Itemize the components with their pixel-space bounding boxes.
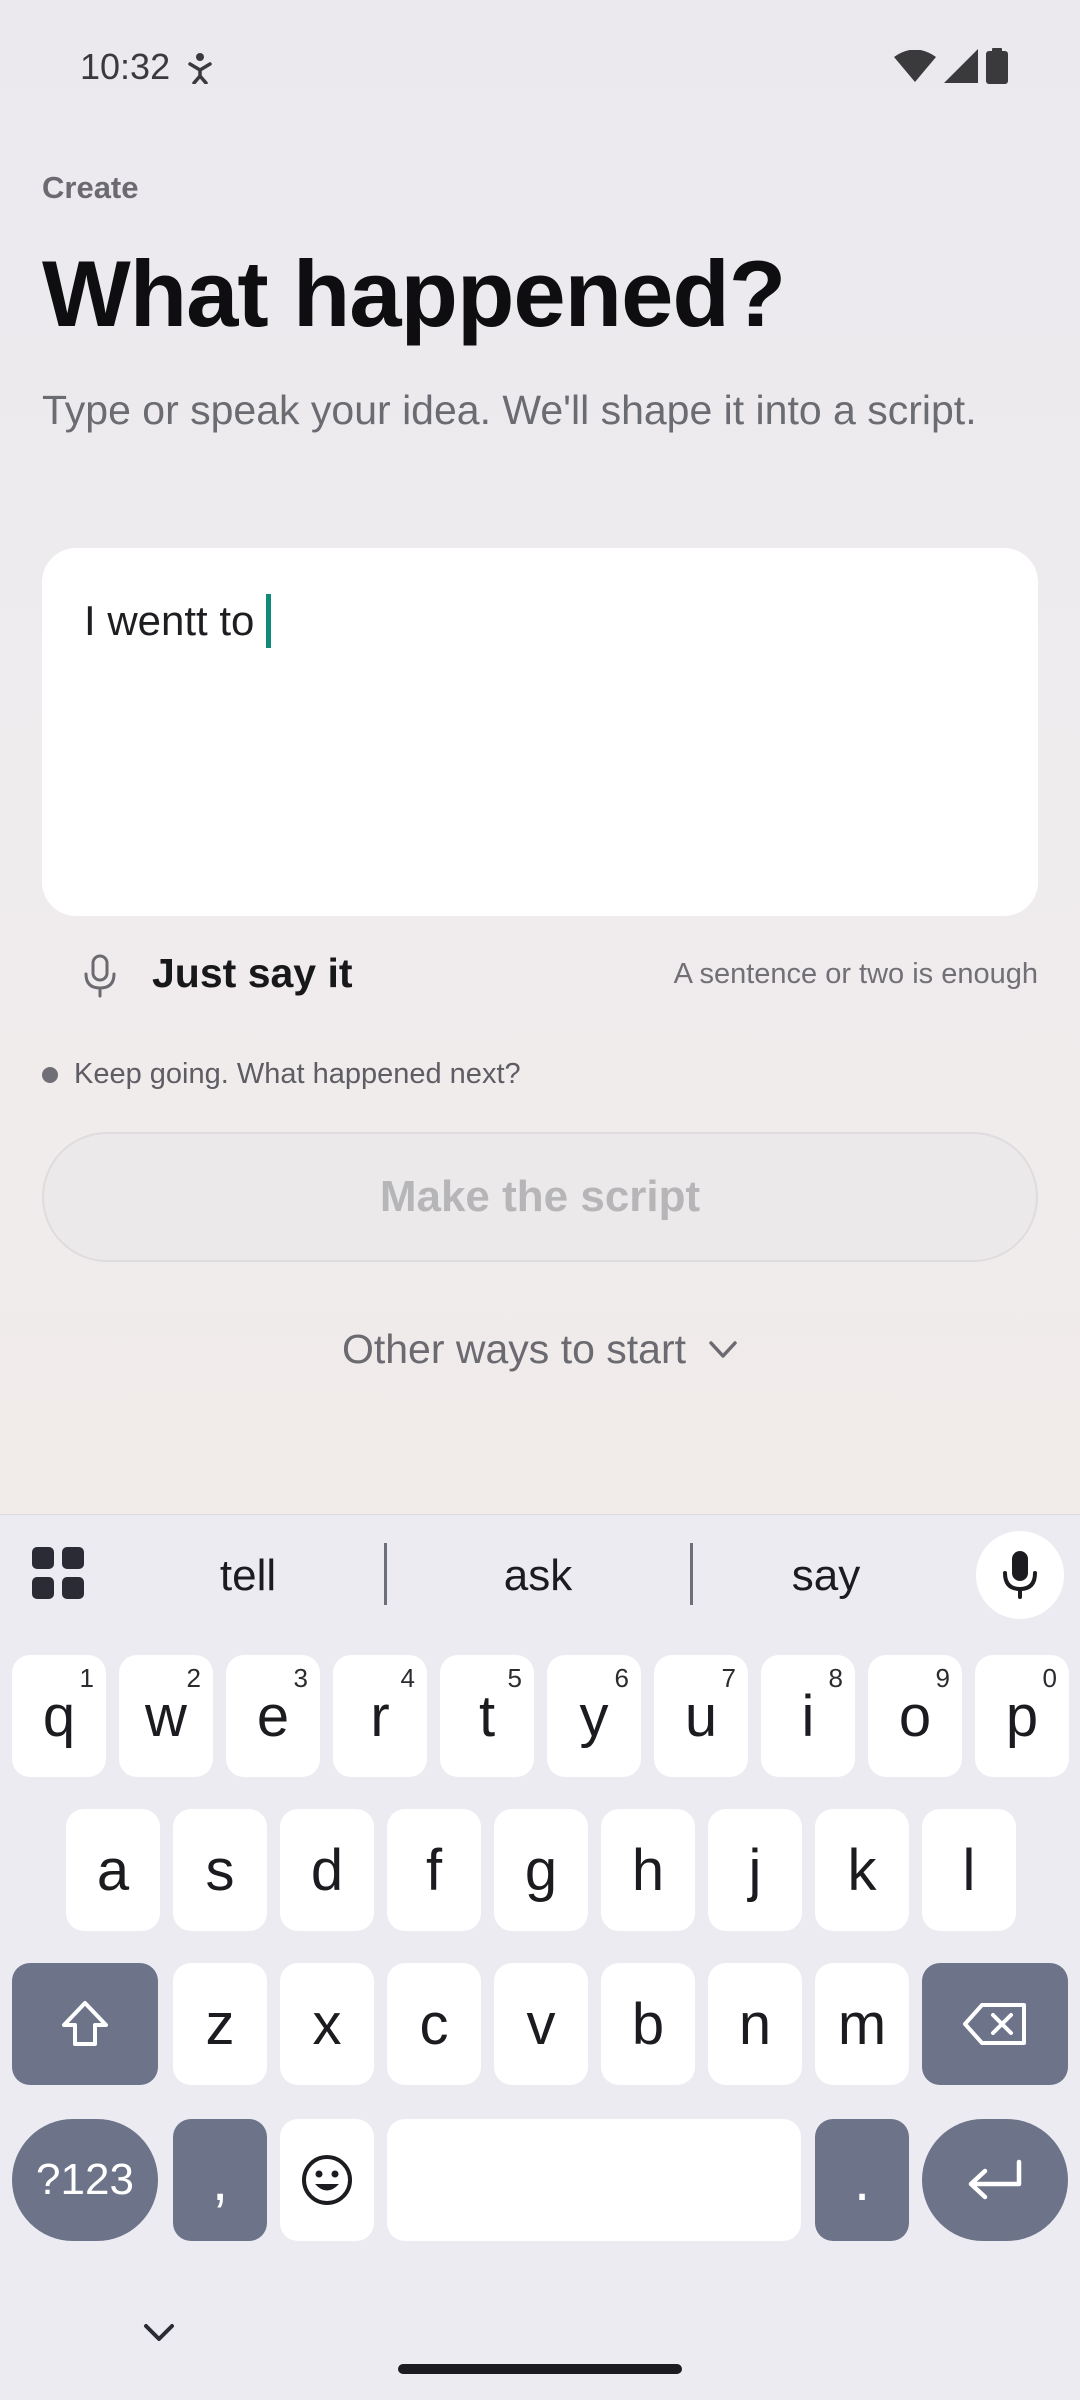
shift-icon [62, 2001, 108, 2046]
make-script-button[interactable]: Make the script [42, 1132, 1038, 1262]
key-letter: r [370, 1683, 390, 1749]
key-j[interactable]: j [708, 1809, 802, 1931]
key-r[interactable]: r4 [333, 1655, 427, 1777]
key-number-hint: 1 [79, 1663, 94, 1693]
page-title: What happened? [42, 241, 786, 346]
comma-key[interactable]: , [173, 2119, 267, 2241]
key-letter: q [42, 1683, 76, 1749]
backspace-key[interactable] [922, 1963, 1068, 2085]
key-g[interactable]: g [494, 1809, 588, 1931]
key-l[interactable]: l [922, 1809, 1016, 1931]
enter-icon [968, 2159, 1022, 2200]
voice-input-row[interactable]: Just say it A sentence or two is enough [42, 946, 1038, 1010]
progress-hint-text: Keep going. What happened next? [74, 1058, 521, 1090]
keyboard-apps-icon[interactable] [32, 1547, 84, 1599]
voice-input-hint: A sentence or two is enough [673, 958, 1038, 990]
key-number-hint: 9 [935, 1663, 950, 1693]
key-y[interactable]: y6 [547, 1655, 641, 1777]
keyboard-voice-button[interactable] [976, 1531, 1064, 1619]
other-ways-label[interactable]: Other ways to start [342, 1326, 686, 1373]
key-p[interactable]: p0 [975, 1655, 1069, 1777]
key-number-hint: 8 [828, 1663, 843, 1693]
key-d[interactable]: d [280, 1809, 374, 1931]
hide-keyboard-icon[interactable] [142, 2322, 176, 2344]
shift-key[interactable] [12, 1963, 158, 2085]
space-key[interactable] [387, 2119, 801, 2241]
wifi-icon [894, 50, 936, 82]
key-letter: y [579, 1683, 609, 1749]
key-b[interactable]: b [601, 1963, 695, 2085]
accessibility-icon [188, 53, 212, 84]
key-letter: u [684, 1683, 718, 1749]
key-t[interactable]: t5 [440, 1655, 534, 1777]
key-m[interactable]: m [815, 1963, 909, 2085]
status-bar: 10:32 [0, 0, 1080, 136]
key-number-hint: 4 [400, 1663, 415, 1693]
key-s[interactable]: s [173, 1809, 267, 1931]
key-o[interactable]: o9 [868, 1655, 962, 1777]
key-z[interactable]: z [173, 1963, 267, 2085]
microphone-icon[interactable] [1002, 1551, 1038, 1599]
suggestion-1[interactable]: tell [98, 1551, 398, 1601]
key-e[interactable]: e3 [226, 1655, 320, 1777]
key-n[interactable]: n [708, 1963, 802, 2085]
suggestion-divider [384, 1543, 387, 1605]
key-x[interactable]: x [280, 1963, 374, 2085]
progress-hint: Keep going. What happened next? [42, 1058, 521, 1091]
key-f[interactable]: f [387, 1809, 481, 1931]
suggestion-strip: tell ask say [0, 1515, 1080, 1635]
enter-key[interactable] [922, 2119, 1068, 2241]
key-letter: i [801, 1683, 815, 1749]
key-number-hint: 0 [1042, 1663, 1057, 1693]
key-c[interactable]: c [387, 1963, 481, 2085]
status-dot [42, 1066, 58, 1083]
key-number-hint: 7 [721, 1663, 736, 1693]
symbols-key[interactable]: ?123 [12, 2119, 158, 2241]
key-letter: w [145, 1683, 187, 1749]
chevron-down-icon[interactable] [708, 1340, 738, 1360]
key-w[interactable]: w2 [119, 1655, 213, 1777]
signal-icon [944, 49, 978, 83]
key-k[interactable]: k [815, 1809, 909, 1931]
emoji-icon [302, 2155, 352, 2205]
period-key[interactable]: . [815, 2119, 909, 2241]
on-screen-keyboard: tell ask say q1 w2 e3 r4 t5 y6 u7 i8 o9 … [0, 1514, 1080, 2400]
key-letter: p [1005, 1683, 1039, 1749]
key-a[interactable]: a [66, 1809, 160, 1931]
idea-input-value[interactable]: I wentt to [42, 597, 254, 645]
eyebrow-label: Create [42, 170, 139, 205]
microphone-icon[interactable] [82, 954, 118, 998]
page-subtitle: Type or speak your idea. We'll shape it … [42, 387, 977, 433]
text-caret [266, 594, 272, 648]
key-q[interactable]: q1 [12, 1655, 106, 1777]
home-indicator[interactable] [398, 2364, 682, 2374]
key-u[interactable]: u7 [654, 1655, 748, 1777]
key-letter: t [478, 1683, 496, 1749]
idea-input-text-wrapper[interactable]: I wentt to [42, 594, 272, 648]
key-letter: o [898, 1683, 932, 1749]
suggestion-3[interactable]: say [676, 1551, 976, 1601]
key-number-hint: 5 [507, 1663, 522, 1693]
battery-icon [986, 48, 1008, 84]
status-time: 10:32 [80, 46, 171, 87]
key-h[interactable]: h [601, 1809, 695, 1931]
key-number-hint: 3 [293, 1663, 308, 1693]
key-number-hint: 6 [614, 1663, 629, 1693]
key-v[interactable]: v [494, 1963, 588, 2085]
emoji-key[interactable] [280, 2119, 374, 2241]
other-ways-to-start-toggle[interactable]: Other ways to start [0, 1326, 1080, 1373]
key-letter: e [256, 1683, 290, 1749]
voice-input-label[interactable]: Just say it [152, 950, 353, 997]
backspace-icon [963, 2003, 1026, 2045]
key-number-hint: 2 [186, 1663, 201, 1693]
suggestion-2[interactable]: ask [388, 1551, 688, 1601]
key-i[interactable]: i8 [761, 1655, 855, 1777]
